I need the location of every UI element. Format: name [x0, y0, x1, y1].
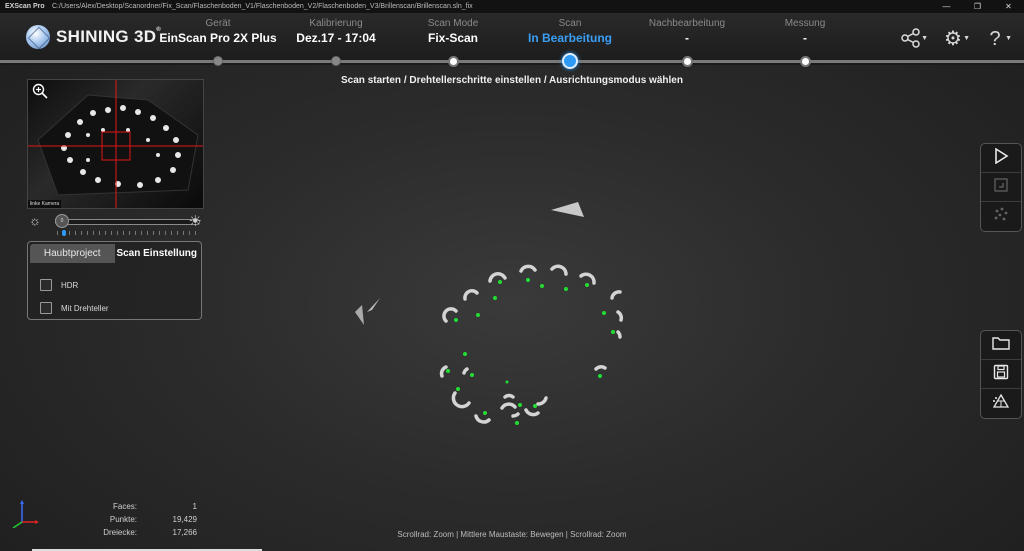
scan-fragment	[367, 298, 380, 312]
axis-indicator-icon	[12, 500, 39, 528]
stat-row: Faces: 1	[100, 500, 197, 513]
marker-points	[446, 278, 615, 425]
stat-value: 19,429	[172, 515, 197, 524]
file-toolbar	[980, 330, 1022, 419]
scan-fragment	[551, 202, 584, 217]
stat-key: Punkte:	[109, 515, 137, 524]
stat-value: 1	[192, 502, 197, 511]
save-icon[interactable]	[981, 360, 1021, 389]
stat-row: Punkte: 19,429	[100, 513, 197, 526]
play-icon[interactable]	[981, 144, 1021, 173]
marker-arcs	[439, 264, 624, 424]
mesh-icon[interactable]	[981, 389, 1021, 418]
scan-fragment	[355, 305, 364, 325]
points-icon[interactable]	[981, 202, 1021, 231]
crop-icon[interactable]	[981, 173, 1021, 202]
status-hint: Scrollrad: Zoom | Mittlere Maustaste: Be…	[397, 530, 627, 539]
scan-toolbar	[980, 143, 1022, 232]
stat-key: Faces:	[112, 502, 137, 511]
scan-viewport[interactable]	[0, 0, 1024, 551]
folder-icon[interactable]	[981, 331, 1021, 360]
